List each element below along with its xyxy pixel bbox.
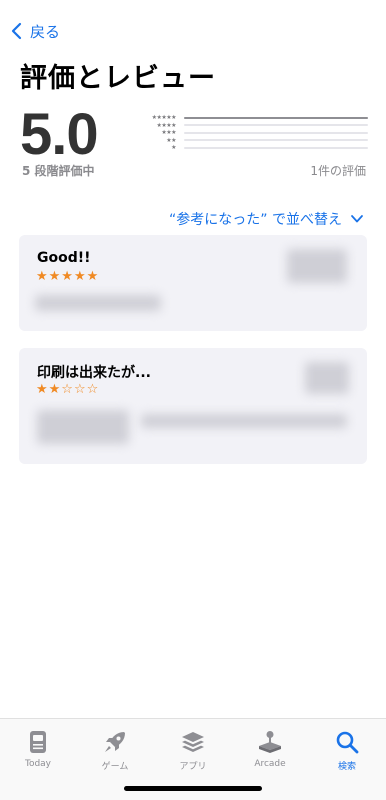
distribution-stars: ★★★	[161, 129, 176, 136]
distribution-bar	[184, 146, 368, 149]
redacted-review-body	[37, 410, 129, 444]
out-of-label: 5 段階評価中	[22, 164, 95, 178]
tab-label: ゲーム	[101, 762, 129, 772]
layers-icon	[182, 732, 204, 752]
back-label: 戻る	[30, 22, 61, 41]
sort-button[interactable]: “参考になった” で並べ替え	[169, 209, 364, 229]
distribution-fill	[184, 116, 368, 119]
page-title: 評価とレビュー	[20, 63, 216, 94]
distribution-bar	[184, 131, 368, 134]
review-card[interactable]: Good!! ★★★★★	[19, 235, 367, 331]
average-score: 5.0	[20, 102, 99, 167]
review-title: Good!!	[37, 250, 91, 266]
sort-label: “参考になった” で並べ替え	[169, 212, 342, 228]
tab-today[interactable]: Today	[8, 729, 68, 769]
review-stars: ★★★★★	[36, 269, 100, 284]
tab-games[interactable]: ゲーム	[85, 729, 145, 772]
home-indicator	[124, 786, 262, 791]
distribution-row: ★	[140, 144, 368, 151]
tab-label: アプリ	[179, 762, 207, 772]
review-title: 印刷は出来たが...	[37, 365, 151, 381]
review-card[interactable]: 印刷は出来たが... ★★☆☆☆	[19, 348, 367, 464]
distribution-stars: ★★★★	[156, 121, 176, 129]
tab-search[interactable]: 検索	[317, 729, 377, 772]
redacted-author-date	[305, 362, 349, 394]
distribution-row: ★★★	[140, 129, 368, 136]
redacted-review-body	[35, 295, 161, 311]
distribution-bar	[184, 116, 368, 119]
distribution-stars: ★	[171, 144, 176, 151]
joystick-icon	[259, 731, 281, 753]
chevron-left-icon	[11, 22, 22, 40]
search-icon	[336, 731, 359, 754]
today-icon	[30, 731, 46, 753]
distribution-stars: ★★★★★	[151, 114, 177, 121]
tab-label: Today	[24, 759, 52, 769]
rating-count: 1件の評価	[310, 164, 366, 178]
distribution-bar	[184, 124, 368, 126]
tab-apps[interactable]: アプリ	[163, 729, 223, 772]
rating-distribution: ★★★★★ ★★★★ ★★★ ★★ ★	[140, 114, 368, 152]
chevron-down-icon	[351, 215, 363, 223]
back-button[interactable]: 戻る	[10, 20, 60, 42]
distribution-row: ★★★★★	[140, 114, 368, 121]
tab-label: Arcade	[254, 759, 286, 769]
redacted-review-body	[141, 414, 347, 428]
tab-arcade[interactable]: Arcade	[240, 729, 300, 769]
distribution-row: ★★★★	[140, 122, 368, 129]
rocket-icon	[105, 732, 125, 752]
distribution-row: ★★	[140, 137, 368, 144]
review-stars: ★★☆☆☆	[36, 382, 100, 397]
distribution-bar	[184, 139, 368, 141]
distribution-stars: ★★	[166, 136, 176, 144]
tab-label: 検索	[337, 762, 356, 772]
redacted-author-date	[287, 249, 347, 283]
